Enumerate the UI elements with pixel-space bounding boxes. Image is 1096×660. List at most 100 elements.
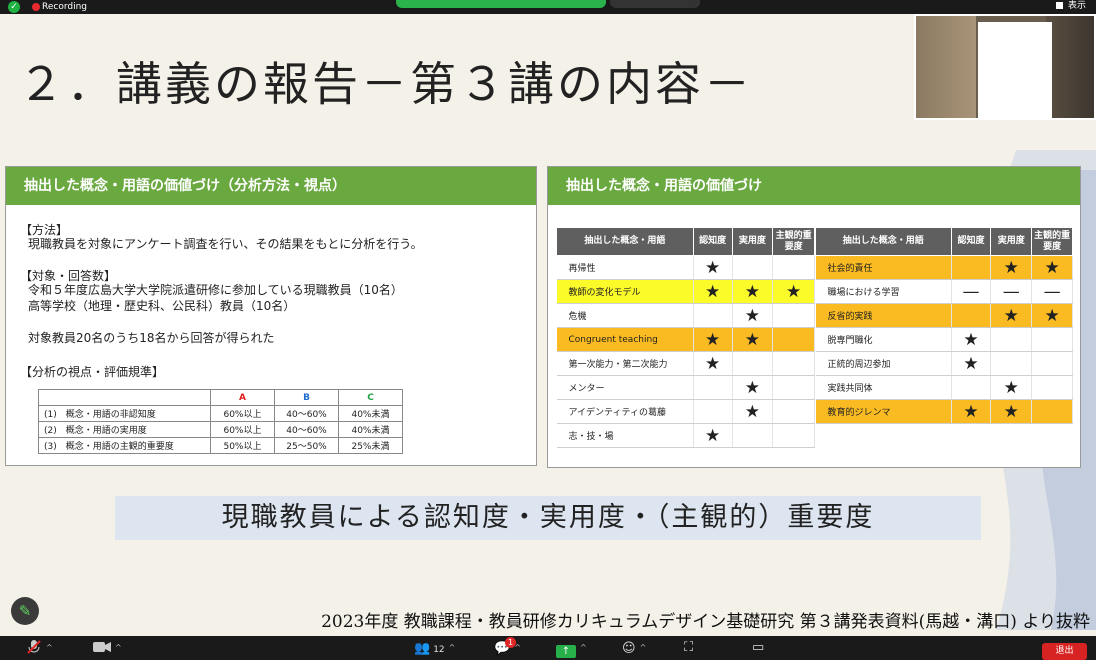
col-recognition: 認知度 xyxy=(950,227,992,256)
empty-cell xyxy=(772,375,815,400)
concept-term: 第一次能力・第二次能力 xyxy=(556,351,694,376)
col-importance: 主観的重要度 xyxy=(1031,227,1073,256)
concept-row: 教育的ジレンマ xyxy=(815,399,1073,424)
concept-term: 実践共同体 xyxy=(815,375,952,400)
value-panel: 抽出した概念・用語の価値づけ 抽出した概念・用語 認知度 実用度 主観的重要度 … xyxy=(547,166,1081,468)
criteria-cell: 60%以上 xyxy=(210,421,275,438)
concept-term: 反省的実践 xyxy=(815,303,952,328)
chevron-up-icon[interactable]: ^ xyxy=(580,643,587,652)
apps-icon: ⛶ xyxy=(684,640,694,655)
criteria-blank-cell xyxy=(38,389,211,406)
muted-mic-icon xyxy=(27,640,41,654)
criteria-cell: 50%以上 xyxy=(210,437,275,454)
criteria-cell: 40%未満 xyxy=(338,405,403,422)
star-icon xyxy=(693,327,733,352)
share-options-pill[interactable] xyxy=(610,0,700,8)
meeting-toolbar: ^ ^ 👥 12 ^ 💬 ^ 1 ↑ ^ ☺ ^ ⛶ ▭ xyxy=(0,636,1096,660)
criteria-header-b: B xyxy=(274,389,339,406)
criteria-cell: 60%以上 xyxy=(210,405,275,422)
video-background-left xyxy=(916,16,976,118)
slide-source-footer: 2023年度 教職課程・教員研修カリキュラムデザイン基礎研究 第３講発表資料(馬… xyxy=(321,612,1090,632)
criteria-cell: 25%未満 xyxy=(338,437,403,454)
concept-row: 職場における学習 xyxy=(815,279,1073,304)
recording-dot-icon xyxy=(32,3,40,11)
concept-term: Congruent teaching xyxy=(556,327,694,352)
emoji-plus-icon: ☺ xyxy=(622,641,636,656)
empty-cell xyxy=(693,303,733,328)
empty-cell xyxy=(732,351,774,376)
whiteboard-button[interactable]: ▭ xyxy=(752,636,764,660)
screen-share-pill[interactable] xyxy=(396,0,606,8)
star-icon xyxy=(1031,303,1073,328)
empty-cell xyxy=(990,351,1033,376)
col-practical: 実用度 xyxy=(731,227,774,256)
empty-cell xyxy=(732,423,774,448)
concept-row: 再帰性 xyxy=(556,255,815,280)
whiteboard-icon: ▭ xyxy=(752,640,765,655)
star-icon xyxy=(732,327,774,352)
concept-term: 正統的周辺参加 xyxy=(815,351,952,376)
chevron-up-icon[interactable]: ^ xyxy=(46,643,53,652)
criteria-row-label: (2) 概念・用語の実用度 xyxy=(38,421,211,438)
concept-term: 教育的ジレンマ xyxy=(815,399,952,424)
method-panel: 抽出した概念・用語の価値づけ（分析方法・視点） 【方法】 現職教員を対象にアンケ… xyxy=(5,166,537,466)
star-icon xyxy=(732,399,774,424)
shield-check-icon[interactable]: ✓ xyxy=(8,1,20,13)
share-screen-icon: ↑ xyxy=(556,645,576,658)
camera-icon xyxy=(93,642,111,652)
participant-video-thumbnail[interactable] xyxy=(914,14,1096,120)
empty-cell xyxy=(1031,399,1073,424)
empty-cell xyxy=(1031,327,1073,352)
concept-row: 志・技・場 xyxy=(556,423,815,448)
concept-row: 反省的実践 xyxy=(815,303,1073,328)
star-icon xyxy=(951,351,992,376)
share-screen-button[interactable]: ↑ ^ xyxy=(556,636,587,660)
concept-term: 危機 xyxy=(556,303,694,328)
dash-mark xyxy=(951,279,992,304)
concept-table-1: 抽出した概念・用語 認知度 実用度 主観的重要度 再帰性教師の変化モデル危機Co… xyxy=(556,227,815,448)
empty-cell xyxy=(951,255,992,280)
apps-button[interactable]: ⛶ xyxy=(684,636,693,660)
col-importance: 主観的重要度 xyxy=(772,227,815,256)
criteria-cell: 25～50% xyxy=(274,437,339,454)
empty-cell xyxy=(732,255,774,280)
star-icon xyxy=(990,255,1033,280)
chevron-up-icon[interactable]: ^ xyxy=(640,643,647,652)
star-icon xyxy=(990,399,1033,424)
participants-icon: 👥 xyxy=(414,641,431,656)
col-term: 抽出した概念・用語 xyxy=(556,227,694,256)
criteria-cell: 40～60% xyxy=(274,405,339,422)
value-panel-header: 抽出した概念・用語の価値づけ xyxy=(548,167,1080,205)
star-icon xyxy=(732,303,774,328)
mute-button[interactable]: ^ xyxy=(26,636,53,660)
empty-cell xyxy=(772,423,815,448)
empty-cell xyxy=(951,375,992,400)
star-icon xyxy=(772,279,815,304)
video-button[interactable]: ^ xyxy=(93,636,122,660)
chevron-up-icon[interactable]: ^ xyxy=(115,643,122,652)
star-icon xyxy=(693,423,733,448)
col-term: 抽出した概念・用語 xyxy=(815,227,952,256)
star-icon xyxy=(732,279,774,304)
annotate-pen-icon[interactable]: ✎ xyxy=(11,597,39,625)
criteria-cell: 40～60% xyxy=(274,421,339,438)
empty-cell xyxy=(951,303,992,328)
concept-term: メンター xyxy=(556,375,694,400)
concept-row: 脱専門職化 xyxy=(815,327,1073,352)
concept-term: 再帰性 xyxy=(556,255,694,280)
top-status-bar: ✓ Recording 表示 xyxy=(0,0,1096,14)
star-icon xyxy=(990,303,1033,328)
concept-row: Congruent teaching xyxy=(556,327,815,352)
chevron-up-icon[interactable]: ^ xyxy=(449,643,456,652)
concept-row: メンター xyxy=(556,375,815,400)
empty-cell xyxy=(772,327,815,352)
view-button[interactable]: 表示 xyxy=(1055,0,1086,12)
reactions-button[interactable]: ☺ ^ xyxy=(622,636,646,660)
concept-term: アイデンティティの葛藤 xyxy=(556,399,694,424)
subjects-line-1: 令和５年度広島大学大学院派遣研修に参加している現職教員（10名） xyxy=(28,283,403,297)
participants-button[interactable]: 👥 12 ^ xyxy=(414,636,455,660)
criteria-header-c: C xyxy=(338,389,403,406)
leave-button[interactable]: 退出 xyxy=(1042,643,1087,660)
criteria-header-a: A xyxy=(210,389,275,406)
empty-cell xyxy=(1031,375,1073,400)
